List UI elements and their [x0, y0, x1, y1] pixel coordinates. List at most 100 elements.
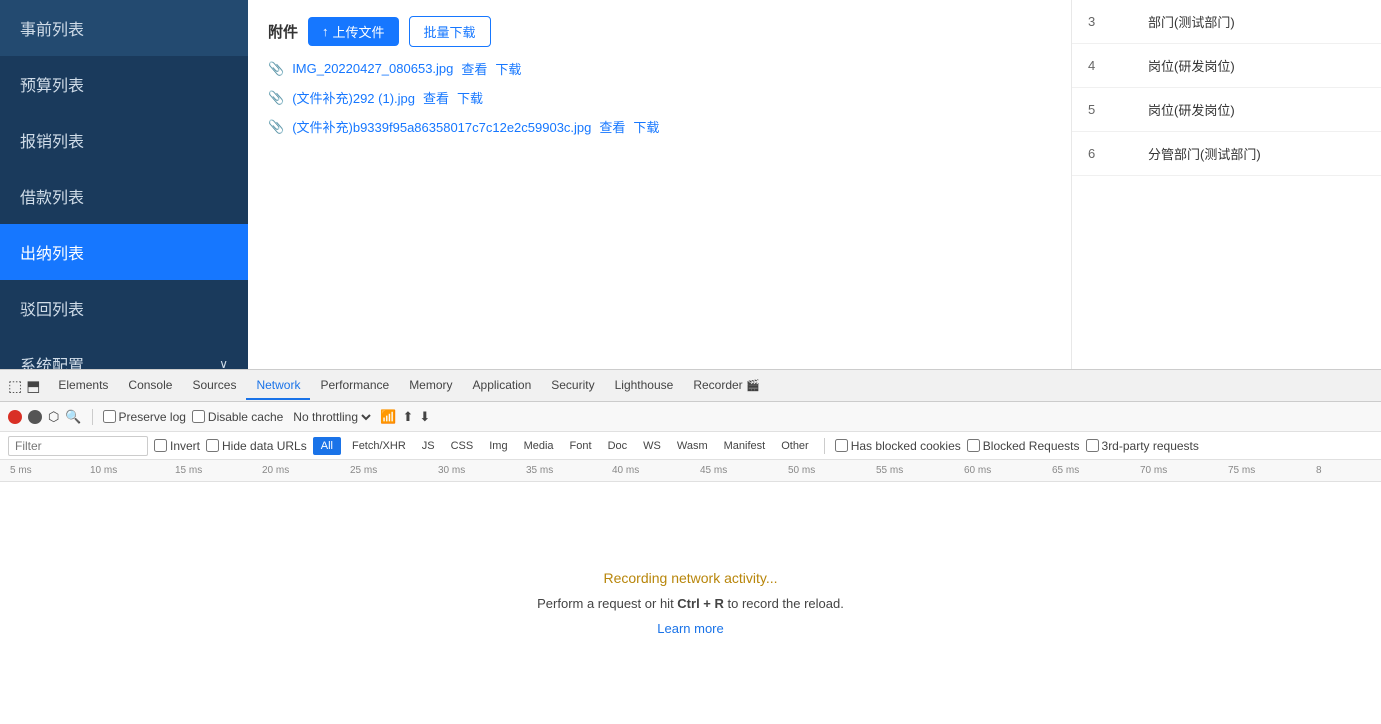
- has-blocked-cookies-label[interactable]: Has blocked cookies: [835, 439, 961, 453]
- filter-type-css[interactable]: CSS: [446, 439, 479, 453]
- inspect-icon[interactable]: ⬚: [8, 377, 22, 395]
- upload-button[interactable]: ↑ 上传文件: [308, 17, 399, 46]
- tab-elements[interactable]: Elements: [48, 372, 118, 400]
- filter-type-xhr[interactable]: Fetch/XHR: [347, 439, 411, 453]
- filter-input[interactable]: [8, 436, 148, 456]
- has-blocked-cookies-checkbox[interactable]: [835, 439, 848, 452]
- recorder-icon: 🎬: [746, 380, 760, 392]
- file-icon: 📎: [268, 119, 284, 135]
- sidebar-item-prereq[interactable]: 事前列表: [0, 0, 248, 56]
- attachment-section: 附件 ↑ 上传文件 批量下载 📎 IMG_20220427_080653.jpg…: [248, 0, 1071, 162]
- preserve-log-checkbox-label[interactable]: Preserve log: [103, 410, 186, 424]
- file-view-1[interactable]: 查看: [423, 88, 449, 107]
- online-icon[interactable]: 📶: [380, 409, 396, 425]
- sidebar: 事前列表 预算列表 报销列表 借款列表 出纳列表 驳回列表 系统配置 ∨ 统计分…: [0, 0, 248, 369]
- filter-type-other[interactable]: Other: [776, 439, 814, 453]
- file-name-2[interactable]: (文件补充)b9339f95a86358017c7c12e2c59903c.jp…: [292, 117, 591, 136]
- separator: [824, 438, 825, 454]
- tick-30ms: 30 ms: [438, 465, 465, 476]
- tick-15ms: 15 ms: [175, 465, 202, 476]
- file-download-1[interactable]: 下载: [457, 88, 483, 107]
- tab-sources[interactable]: Sources: [182, 372, 246, 400]
- network-hint: Perform a request or hit Ctrl + R to rec…: [537, 596, 844, 611]
- sidebar-item-sysconfig[interactable]: 系统配置 ∨: [0, 336, 248, 369]
- filter-type-font[interactable]: Font: [565, 439, 597, 453]
- filter-all-button[interactable]: All: [313, 437, 341, 455]
- devtools-tabs: ⬚ ⬒ Elements Console Sources Network Per…: [0, 370, 1381, 402]
- devtools-toolbar: ⬡ 🔍 Preserve log Disable cache No thrott…: [0, 402, 1381, 432]
- import-icon[interactable]: ⬆: [402, 409, 413, 425]
- tab-lighthouse[interactable]: Lighthouse: [605, 372, 684, 400]
- file-view-0[interactable]: 查看: [461, 59, 487, 78]
- hide-data-urls-checkbox[interactable]: [206, 439, 219, 452]
- sidebar-item-reject[interactable]: 驳回列表: [0, 280, 248, 336]
- sidebar-item-label: 报销列表: [20, 134, 84, 151]
- timeline-area: Recording network activity... Perform a …: [0, 482, 1381, 724]
- filter-type-doc[interactable]: Doc: [603, 439, 633, 453]
- blocked-requests-label[interactable]: Blocked Requests: [967, 439, 1080, 453]
- filter-type-wasm[interactable]: Wasm: [672, 439, 713, 453]
- file-name-1[interactable]: (文件补充)292 (1).jpg: [292, 88, 415, 107]
- row-index: 3: [1072, 0, 1132, 44]
- sidebar-item-payment[interactable]: 出纳列表: [0, 224, 248, 280]
- filter-type-js[interactable]: JS: [417, 439, 440, 453]
- export-icon[interactable]: ⬇: [419, 409, 430, 425]
- recording-text: Recording network activity...: [603, 570, 777, 586]
- file-view-2[interactable]: 查看: [599, 117, 625, 136]
- sidebar-item-expense[interactable]: 报销列表: [0, 112, 248, 168]
- stop-button[interactable]: [28, 410, 42, 424]
- center-content: 附件 ↑ 上传文件 批量下载 📎 IMG_20220427_080653.jpg…: [248, 0, 1071, 369]
- tick-55ms: 55 ms: [876, 465, 903, 476]
- table-row: 3 部门(测试部门): [1072, 0, 1381, 44]
- filter-type-img[interactable]: Img: [484, 439, 512, 453]
- file-name-0[interactable]: IMG_20220427_080653.jpg: [292, 61, 453, 76]
- table-row: 6 分管部门(测试部门): [1072, 132, 1381, 176]
- filter-type-manifest[interactable]: Manifest: [719, 439, 771, 453]
- file-download-2[interactable]: 下载: [633, 117, 659, 136]
- invert-checkbox-label[interactable]: Invert: [154, 439, 200, 453]
- tab-recorder[interactable]: Recorder 🎬: [683, 372, 769, 400]
- filter-type-ws[interactable]: WS: [638, 439, 666, 453]
- file-download-0[interactable]: 下载: [495, 59, 521, 78]
- timeline-ruler: 5 ms 10 ms 15 ms 20 ms 25 ms 30 ms 35 ms…: [0, 460, 1381, 482]
- tab-performance[interactable]: Performance: [310, 372, 399, 400]
- third-party-checkbox[interactable]: [1086, 439, 1099, 452]
- file-item: 📎 IMG_20220427_080653.jpg 查看 下载: [268, 59, 1051, 78]
- record-button[interactable]: [8, 410, 22, 424]
- tab-network[interactable]: Network: [246, 372, 310, 400]
- tick-60ms: 60 ms: [964, 465, 991, 476]
- blocked-requests-checkbox[interactable]: [967, 439, 980, 452]
- sidebar-item-budget[interactable]: 预算列表: [0, 56, 248, 112]
- tick-20ms: 20 ms: [262, 465, 289, 476]
- invert-checkbox[interactable]: [154, 439, 167, 452]
- disable-cache-checkbox-label[interactable]: Disable cache: [192, 410, 283, 424]
- main-area: 附件 ↑ 上传文件 批量下载 📎 IMG_20220427_080653.jpg…: [248, 0, 1381, 369]
- tick-10ms: 10 ms: [90, 465, 117, 476]
- device-icon[interactable]: ⬒: [26, 377, 40, 395]
- row-index: 6: [1072, 132, 1132, 176]
- filter-icon[interactable]: ⬡: [48, 409, 59, 425]
- tab-memory[interactable]: Memory: [399, 372, 462, 400]
- right-table: 3 部门(测试部门) 4 岗位(研发岗位) 5 岗位(研发岗位) 6 分管部门(…: [1072, 0, 1381, 176]
- hide-data-urls-label[interactable]: Hide data URLs: [206, 439, 307, 453]
- tab-application[interactable]: Application: [463, 372, 542, 400]
- attachment-header: 附件 ↑ 上传文件 批量下载: [268, 16, 1051, 47]
- batch-download-button[interactable]: 批量下载: [409, 16, 491, 47]
- tick-40ms: 40 ms: [612, 465, 639, 476]
- third-party-label[interactable]: 3rd-party requests: [1086, 439, 1199, 453]
- tab-console[interactable]: Console: [118, 372, 182, 400]
- tab-security[interactable]: Security: [541, 372, 604, 400]
- throttle-select[interactable]: No throttling: [289, 409, 374, 425]
- row-index: 5: [1072, 88, 1132, 132]
- sidebar-item-loan[interactable]: 借款列表: [0, 168, 248, 224]
- tick-5ms: 5 ms: [10, 465, 32, 476]
- learn-more-link[interactable]: Learn more: [657, 621, 723, 636]
- search-icon[interactable]: 🔍: [65, 409, 81, 425]
- disable-cache-checkbox[interactable]: [192, 410, 205, 423]
- sidebar-item-label: 系统配置: [20, 352, 84, 369]
- tick-35ms: 35 ms: [526, 465, 553, 476]
- preserve-log-checkbox[interactable]: [103, 410, 116, 423]
- attachment-label: 附件: [268, 21, 298, 42]
- filter-type-media[interactable]: Media: [519, 439, 559, 453]
- tick-65ms: 65 ms: [1052, 465, 1079, 476]
